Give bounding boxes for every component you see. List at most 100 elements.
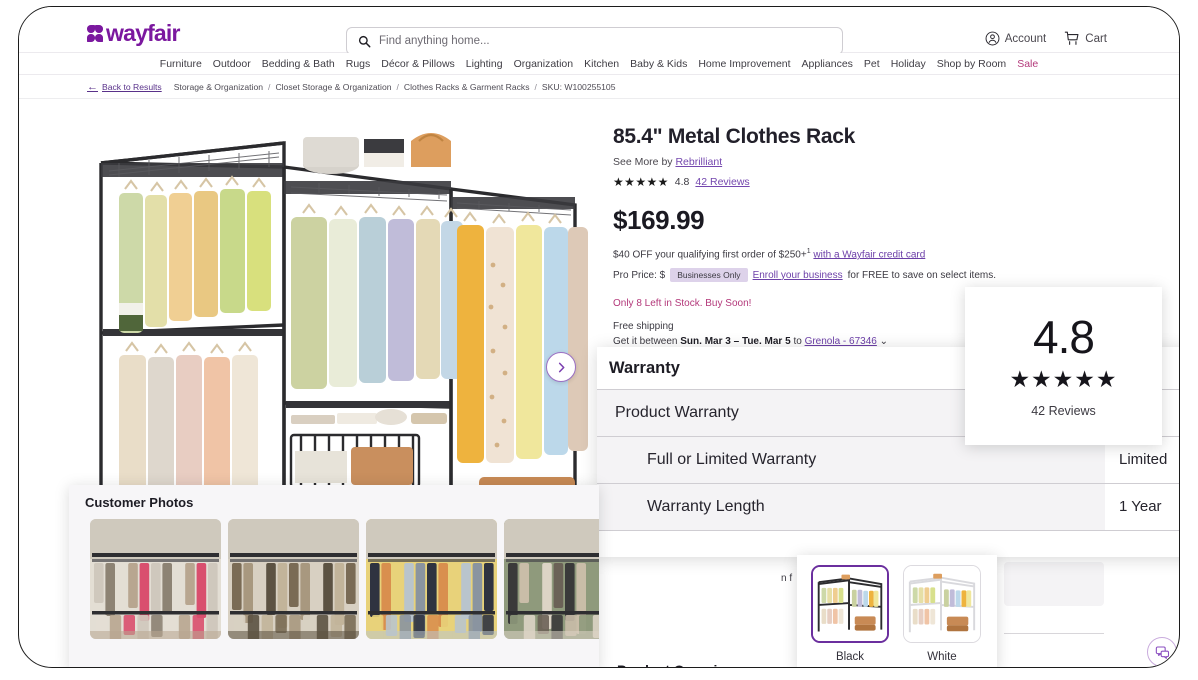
delivery-location-link[interactable]: Grenola - 67346 xyxy=(805,336,877,347)
pro-price-label: Pro Price: $ xyxy=(613,269,666,281)
breadcrumb-sku: SKU: W100255105 xyxy=(541,81,616,92)
delivery-range: Sun. Mar 3 – Tue. Mar 5 xyxy=(680,336,791,348)
customer-photos-strip[interactable] xyxy=(69,510,599,639)
page-title: 85.4" Metal Clothes Rack xyxy=(613,125,856,148)
back-to-results-label: Back to Results xyxy=(102,81,162,92)
breadcrumb: ← Back to Results Storage & Organization… xyxy=(19,75,1179,99)
nav-item-organization[interactable]: Organization xyxy=(514,58,574,70)
cart-label: Cart xyxy=(1085,32,1107,45)
chat-support-button[interactable] xyxy=(1147,637,1177,667)
nav-item-shop-by-room[interactable]: Shop by Room xyxy=(937,58,1006,70)
get-it-prefix: Get it between xyxy=(613,336,678,348)
customer-photo-thumbnail[interactable] xyxy=(366,519,497,639)
rating-overlay-card: 4.8 ★★★★★ 42 Reviews xyxy=(965,287,1162,445)
back-to-results-link[interactable]: ← Back to Results xyxy=(87,81,162,93)
customer-photos-title: Customer Photos xyxy=(85,495,194,510)
breadcrumb-separator: / xyxy=(534,81,537,92)
cart-icon xyxy=(1065,31,1079,45)
account-icon xyxy=(985,31,1000,46)
color-swatch-white[interactable]: White xyxy=(903,565,981,667)
breadcrumb-item-3[interactable]: Clothes Racks & Garment Racks xyxy=(404,82,530,92)
browser-frame: wayfair Find anything home... Account Ca… xyxy=(18,6,1180,668)
cart-button[interactable]: Cart xyxy=(1064,31,1107,46)
nav-item-baby-kids[interactable]: Baby & Kids xyxy=(630,58,687,70)
rating-value: 4.8 xyxy=(674,176,690,188)
screenshot-root: wayfair Find anything home... Account Ca… xyxy=(0,0,1198,680)
search-input[interactable]: Find anything home... xyxy=(379,35,490,47)
nav-item-d-cor-pillows[interactable]: Décor & Pillows xyxy=(381,58,455,70)
nav-item-pet[interactable]: Pet xyxy=(864,58,880,70)
brand-link[interactable]: Rebrilliant xyxy=(675,156,722,168)
enroll-tail-text: for FREE to save on select items. xyxy=(847,269,996,281)
product-image-clothes-rack xyxy=(79,115,589,515)
customer-photo-thumbnail[interactable] xyxy=(90,519,221,639)
color-swatch-image xyxy=(811,565,889,643)
site-header: wayfair Find anything home... Account Ca… xyxy=(19,7,1179,55)
product-image-gallery[interactable] xyxy=(79,115,589,515)
warranty-row: Warranty Length 1 Year xyxy=(597,484,1179,531)
chevron-down-icon[interactable]: ⌄ xyxy=(880,336,888,347)
enroll-business-link[interactable]: Enroll your business xyxy=(753,270,843,281)
brand-line: See More by Rebrilliant xyxy=(613,156,1033,168)
promo-text: $40 OFF your qualifying first order of $… xyxy=(613,249,807,261)
rating-score: 4.8 xyxy=(1033,311,1095,363)
obscured-text-fragment: n f xyxy=(781,573,793,584)
get-it-to: to xyxy=(793,336,802,348)
account-label: Account xyxy=(1004,32,1047,45)
customer-photo-image xyxy=(366,519,497,639)
chat-bubble-icon xyxy=(1155,645,1169,659)
businesses-only-badge: Businesses Only xyxy=(670,268,748,283)
nav-item-outdoor[interactable]: Outdoor xyxy=(213,58,251,70)
rating-summary: ★★★★★ 4.8 42 Reviews xyxy=(613,175,1033,189)
customer-photos-panel: Customer Photos xyxy=(69,485,599,667)
arrow-left-icon: ← xyxy=(87,80,98,93)
customer-photo-thumbnail[interactable] xyxy=(504,519,599,639)
customer-photo-thumbnail[interactable] xyxy=(228,519,359,639)
breadcrumb-item-2[interactable]: Closet Storage & Organization xyxy=(275,82,391,92)
nav-item-sale[interactable]: Sale xyxy=(1017,58,1038,70)
swatch-rack-icon xyxy=(904,566,980,642)
color-swatch-black[interactable]: Black xyxy=(811,565,889,667)
swatch-rack-icon xyxy=(813,567,887,641)
nav-item-holiday[interactable]: Holiday xyxy=(891,58,926,70)
color-swatch-picker: Black White xyxy=(797,555,997,667)
gallery-next-button[interactable] xyxy=(546,352,576,382)
search-bar[interactable]: Find anything home... xyxy=(346,27,843,55)
pro-price-row: Pro Price: $ Businesses Only Enroll your… xyxy=(613,268,1033,283)
chevron-right-icon xyxy=(558,362,564,372)
nav-item-home-improvement[interactable]: Home Improvement xyxy=(698,58,790,70)
color-swatch-label: Black xyxy=(835,651,865,663)
rating-stars-icon: ★★★★★ xyxy=(1009,366,1118,392)
breadcrumb-separator: / xyxy=(396,81,399,92)
wayfair-logo[interactable]: wayfair xyxy=(87,20,180,47)
color-swatch-label: White xyxy=(927,651,957,663)
reviews-link[interactable]: 42 Reviews xyxy=(695,176,749,188)
account-button[interactable]: Account xyxy=(985,31,1047,46)
color-swatch-image xyxy=(903,565,981,643)
nav-item-rugs[interactable]: Rugs xyxy=(346,58,371,70)
wayfair-logo-mark-icon xyxy=(87,24,104,43)
rating-review-count[interactable]: 42 Reviews xyxy=(1031,404,1096,418)
customer-photo-image xyxy=(228,519,359,639)
wayfair-credit-card-link[interactable]: with a Wayfair credit card xyxy=(813,249,925,260)
nav-item-furniture[interactable]: Furniture xyxy=(160,58,202,70)
see-more-prefix: See More by xyxy=(613,156,673,168)
nav-item-bedding-bath[interactable]: Bedding & Bath xyxy=(262,58,335,70)
nav-item-lighting[interactable]: Lighting xyxy=(466,58,503,70)
nav-item-appliances[interactable]: Appliances xyxy=(802,58,853,70)
customer-photo-image xyxy=(504,519,599,639)
credit-card-promo: $40 OFF your qualifying first order of $… xyxy=(613,248,1033,260)
category-nav: Furniture Outdoor Bedding & Bath Rugs Décor … xyxy=(19,53,1179,75)
section-divider xyxy=(1004,633,1104,634)
placeholder-block xyxy=(1004,562,1104,606)
breadcrumb-separator: / xyxy=(268,81,271,92)
star-rating-icon: ★★★★★ xyxy=(613,175,669,189)
product-price: $169.99 xyxy=(613,205,705,235)
header-actions: Account Cart xyxy=(985,31,1107,46)
product-overview-heading: Product Overview xyxy=(617,662,736,667)
search-icon xyxy=(358,35,371,47)
warranty-row-value: 1 Year xyxy=(1105,484,1179,530)
customer-photo-image xyxy=(90,519,221,639)
breadcrumb-item-1[interactable]: Storage & Organization xyxy=(174,82,263,92)
nav-item-kitchen[interactable]: Kitchen xyxy=(584,58,619,70)
